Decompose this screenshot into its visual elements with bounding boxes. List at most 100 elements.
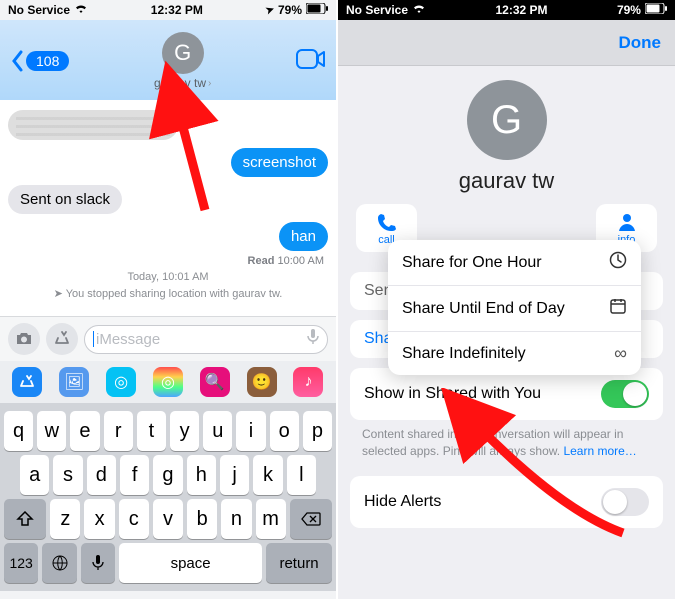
photos-app-icon[interactable]: 🖼: [59, 367, 89, 397]
backspace-icon: [301, 512, 321, 526]
message-thread[interactable]: screenshot Sent on slack han Read Read 1…: [0, 100, 336, 316]
key-f[interactable]: f: [120, 455, 149, 495]
key-shift[interactable]: [4, 499, 46, 539]
carrier-text: No Service: [346, 3, 408, 17]
key-backspace[interactable]: [290, 499, 332, 539]
key-q[interactable]: q: [4, 411, 33, 451]
key-a[interactable]: a: [20, 455, 49, 495]
key-r[interactable]: r: [104, 411, 133, 451]
fitness-app-icon[interactable]: ◎: [153, 367, 183, 397]
share-end-of-day-option[interactable]: Share Until End of Day: [388, 285, 641, 331]
sent-message[interactable]: han: [279, 222, 328, 251]
battery-percent: 79%: [278, 3, 302, 17]
calendar-icon: [609, 297, 627, 320]
key-x[interactable]: x: [84, 499, 114, 539]
appstore-icon: [53, 330, 71, 348]
key-k[interactable]: k: [253, 455, 282, 495]
hide-alerts-toggle[interactable]: [601, 488, 649, 516]
shared-with-you-note: Content shared in this conversation will…: [338, 420, 675, 460]
chat-nav-bar: 108 G gaurav tw ›: [0, 20, 336, 100]
redacted-received-message: [8, 110, 178, 140]
shazam-app-icon[interactable]: ◎: [106, 367, 136, 397]
status-bar: No Service 12:32 PM ➤ 79%: [0, 0, 336, 20]
key-w[interactable]: w: [37, 411, 66, 451]
share-one-hour-option[interactable]: Share for One Hour: [388, 240, 641, 285]
contact-name: gaurav tw: [459, 168, 554, 194]
app-drawer-button[interactable]: [46, 323, 78, 355]
music-search-app-icon[interactable]: 🔍: [200, 367, 230, 397]
unread-badge: 108: [26, 51, 69, 71]
phone-icon: [377, 212, 397, 232]
clock-icon: [609, 251, 627, 274]
shared-with-you-row[interactable]: Show in Shared with You: [364, 368, 649, 420]
key-z[interactable]: z: [50, 499, 80, 539]
status-time: 12:32 PM: [495, 3, 547, 17]
text-caret: [93, 331, 94, 347]
shared-with-you-toggle[interactable]: [601, 380, 649, 408]
key-space[interactable]: space: [119, 543, 262, 583]
key-s[interactable]: s: [53, 455, 82, 495]
key-return[interactable]: return: [266, 543, 332, 583]
shared-with-you-section: Show in Shared with You: [350, 368, 663, 420]
app-store-app-icon[interactable]: [12, 367, 42, 397]
battery-percent: 79%: [617, 3, 641, 17]
message-input[interactable]: iMessage: [84, 325, 328, 354]
dictation-button[interactable]: [307, 329, 319, 350]
contact-name: gaurav tw ›: [154, 76, 211, 90]
key-i[interactable]: i: [236, 411, 265, 451]
location-arrow-icon: ➤: [54, 288, 63, 300]
contact-header[interactable]: G gaurav tw ›: [154, 32, 211, 90]
share-location-menu: Share for One Hour Share Until End of Da…: [388, 240, 641, 375]
battery-icon: [306, 3, 328, 17]
sent-message[interactable]: screenshot: [231, 148, 328, 177]
back-button[interactable]: 108: [10, 50, 69, 72]
carrier-text: No Service: [8, 3, 70, 17]
key-g[interactable]: g: [153, 455, 182, 495]
read-receipt: Read Read 10:00 AM10:00 AM: [8, 255, 328, 267]
status-time: 12:32 PM: [151, 3, 203, 17]
key-d[interactable]: d: [87, 455, 116, 495]
keyboard: q w e r t y u i o p a s d f g h j k l z …: [0, 403, 336, 591]
contact-avatar: G: [162, 32, 204, 74]
done-button[interactable]: Done: [619, 33, 662, 53]
key-t[interactable]: t: [137, 411, 166, 451]
key-h[interactable]: h: [187, 455, 216, 495]
memoji-app-icon[interactable]: 🙂: [247, 367, 277, 397]
globe-icon: [51, 554, 69, 572]
share-indefinitely-option[interactable]: Share Indefinitely ∞: [388, 331, 641, 375]
camera-button[interactable]: [8, 323, 40, 355]
mic-icon: [92, 554, 104, 572]
system-timestamp: Today, 10:01 AM: [8, 267, 328, 287]
hide-alerts-section: Hide Alerts: [350, 476, 663, 528]
mic-icon: [307, 329, 319, 345]
wifi-icon: [74, 3, 88, 17]
key-n[interactable]: n: [221, 499, 251, 539]
hide-alerts-row[interactable]: Hide Alerts: [364, 476, 649, 528]
apple-music-app-icon[interactable]: ♪: [293, 367, 323, 397]
key-m[interactable]: m: [256, 499, 286, 539]
contact-profile: G gaurav tw: [338, 66, 675, 204]
contact-avatar[interactable]: G: [467, 80, 547, 160]
key-p[interactable]: p: [303, 411, 332, 451]
key-b[interactable]: b: [187, 499, 217, 539]
key-numbers[interactable]: 123: [4, 543, 38, 583]
contact-details-sheet: No Service 12:32 PM 79% Done G gaurav tw…: [338, 0, 675, 599]
battery-icon: [645, 3, 667, 17]
key-o[interactable]: o: [270, 411, 299, 451]
learn-more-link[interactable]: Learn more…: [563, 444, 636, 458]
key-v[interactable]: v: [153, 499, 183, 539]
received-message[interactable]: Sent on slack: [8, 185, 122, 214]
camera-icon: [15, 332, 33, 346]
key-e[interactable]: e: [70, 411, 99, 451]
key-globe[interactable]: [42, 543, 76, 583]
shift-icon: [16, 511, 34, 527]
status-bar: No Service 12:32 PM 79%: [338, 0, 675, 20]
key-c[interactable]: c: [119, 499, 149, 539]
key-y[interactable]: y: [170, 411, 199, 451]
key-dictation[interactable]: [81, 543, 115, 583]
chevron-left-icon: [10, 50, 24, 72]
key-l[interactable]: l: [287, 455, 316, 495]
key-j[interactable]: j: [220, 455, 249, 495]
facetime-button[interactable]: [296, 49, 326, 74]
key-u[interactable]: u: [203, 411, 232, 451]
